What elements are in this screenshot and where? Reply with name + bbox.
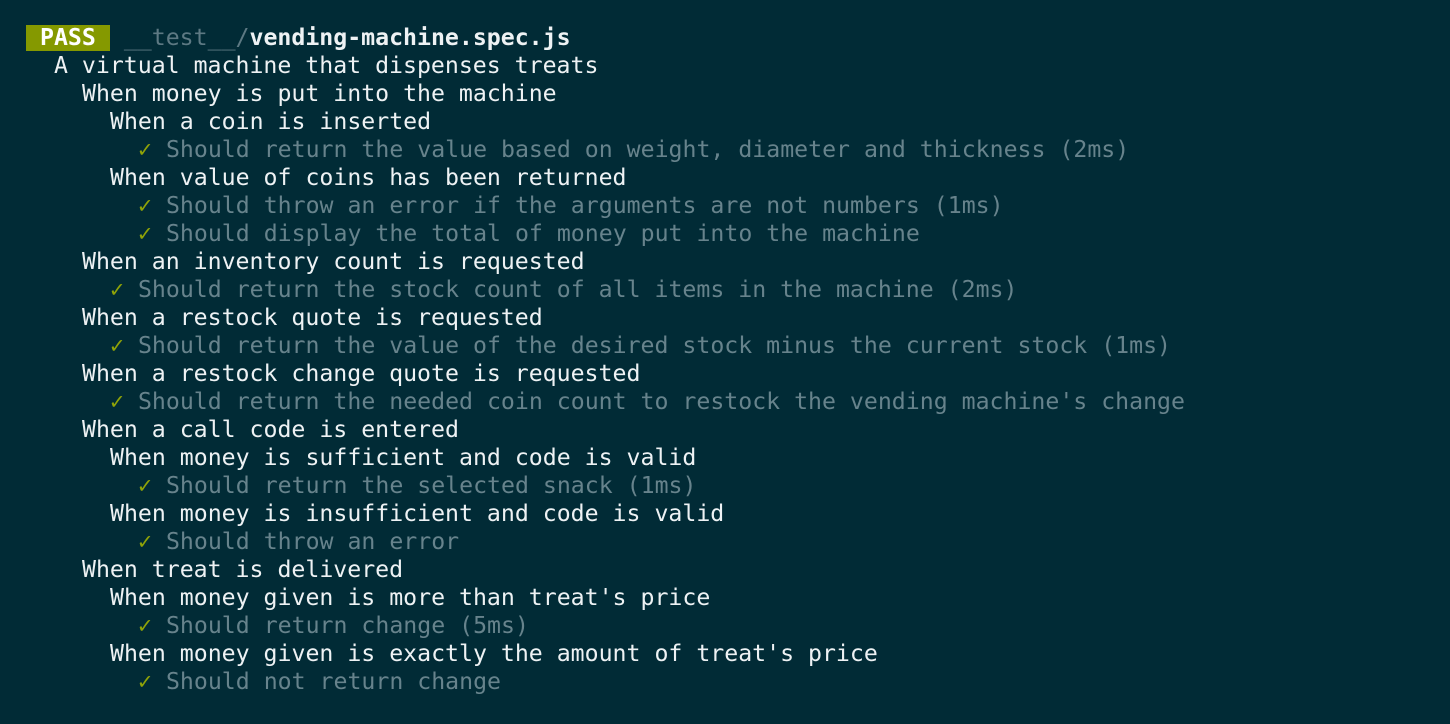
describe-block-row: When an inventory count is requested <box>26 248 1436 276</box>
test-case-name: Should throw an error if the arguments a… <box>165 192 1004 219</box>
test-file-header: PASS __test__/ vending-machine.spec.js <box>26 24 1436 52</box>
check-icon: ✓ <box>138 612 152 639</box>
describe-block-title: When an inventory count is requested <box>82 248 585 275</box>
describe-block-row: When a coin is inserted <box>26 108 1436 136</box>
describe-block-row: When money is sufficient and code is val… <box>26 444 1436 472</box>
test-case-name: Should return the needed coin count to r… <box>137 388 1185 415</box>
describe-block-title: When money given is more than treat's pr… <box>110 584 711 611</box>
describe-block-row: When treat is delivered <box>26 556 1436 584</box>
terminal-output: PASS __test__/ vending-machine.spec.js A… <box>26 24 1436 696</box>
describe-block-title: When a call code is entered <box>82 416 459 443</box>
check-icon: ✓ <box>138 192 152 219</box>
test-case-name: Should return the selected snack (1ms) <box>165 472 697 499</box>
describe-block-row: When a call code is entered <box>26 416 1436 444</box>
check-icon: ✓ <box>138 528 152 555</box>
test-case-row: ✓ Should return the selected snack (1ms) <box>26 472 1436 500</box>
test-case-name: Should throw an error <box>165 528 460 555</box>
test-case-row: ✓ Should return the value of the desired … <box>26 332 1436 360</box>
describe-block-title: When money is insufficient and code is v… <box>110 500 725 527</box>
describe-block-title: When money is sufficient and code is val… <box>110 444 697 471</box>
test-case-row: ✓ Should display the total of money put i… <box>26 220 1436 248</box>
check-icon: ✓ <box>110 332 124 359</box>
describe-block-row: When money given is more than treat's pr… <box>26 584 1436 612</box>
describe-block-row: When a restock quote is requested <box>26 304 1436 332</box>
test-case-row: ✓ Should not return change <box>26 668 1436 696</box>
describe-block-title: When money is put into the machine <box>82 80 557 107</box>
describe-block-row: When money is insufficient and code is v… <box>26 500 1436 528</box>
test-case-row: ✓ Should return the needed coin count to … <box>26 388 1436 416</box>
test-results-list: A virtual machine that dispenses treats W… <box>26 52 1436 696</box>
describe-block-title: When a coin is inserted <box>110 108 432 135</box>
test-case-row: ✓ Should return change (5ms) <box>26 612 1436 640</box>
describe-block-row: When money is put into the machine <box>26 80 1436 108</box>
test-dir-path: __test__/ <box>123 24 250 51</box>
check-icon: ✓ <box>138 136 152 163</box>
test-case-name: Should not return change <box>165 668 502 695</box>
test-file-name: vending-machine.spec.js <box>249 24 571 51</box>
check-icon: ✓ <box>138 220 152 247</box>
describe-block-title: When a restock quote is requested <box>82 304 543 331</box>
test-case-row: ✓ Should return the stock count of all it… <box>26 276 1436 304</box>
test-case-name: Should return change (5ms) <box>165 612 529 639</box>
test-case-name: Should return the value of the desired s… <box>137 332 1172 359</box>
check-icon: ✓ <box>138 472 152 499</box>
check-icon: ✓ <box>110 276 124 303</box>
test-case-row: ✓ Should return the value based on weight… <box>26 136 1436 164</box>
test-case-name: Should display the total of money put in… <box>165 220 920 247</box>
test-case-row: ✓ Should throw an error <box>26 528 1436 556</box>
describe-block-row: When money given is exactly the amount o… <box>26 640 1436 668</box>
describe-block-title: When value of coins has been returned <box>110 164 627 191</box>
describe-block-title: A virtual machine that dispenses treats <box>54 52 599 79</box>
describe-block-title: When a restock change quote is requested <box>82 360 641 387</box>
test-case-row: ✓ Should throw an error if the arguments … <box>26 192 1436 220</box>
test-case-name: Should return the value based on weight,… <box>165 136 1130 163</box>
describe-block-row: A virtual machine that dispenses treats <box>26 52 1436 80</box>
test-case-name: Should return the stock count of all ite… <box>137 276 1018 303</box>
describe-block-title: When money given is exactly the amount o… <box>110 640 878 667</box>
check-icon: ✓ <box>110 388 124 415</box>
describe-block-title: When treat is delivered <box>82 556 404 583</box>
describe-block-row: When a restock change quote is requested <box>26 360 1436 388</box>
pass-badge: PASS <box>26 25 110 51</box>
check-icon: ✓ <box>138 668 152 695</box>
describe-block-row: When value of coins has been returned <box>26 164 1436 192</box>
